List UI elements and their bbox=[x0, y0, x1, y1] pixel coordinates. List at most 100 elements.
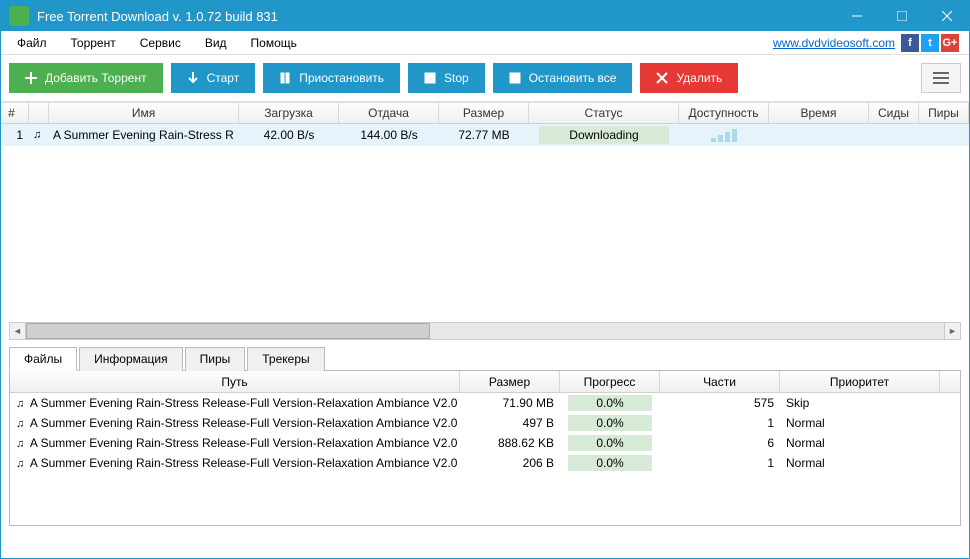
music-icon: ♫ bbox=[16, 418, 24, 430]
file-parts: 1 bbox=[660, 456, 780, 470]
stop-icon bbox=[424, 72, 436, 84]
music-icon: ♫ bbox=[16, 458, 24, 470]
col-upload[interactable]: Отдача bbox=[339, 103, 439, 123]
horizontal-scrollbar[interactable]: ◄ ► bbox=[9, 322, 961, 340]
site-link[interactable]: www.dvdvideosoft.com bbox=[773, 36, 901, 50]
cell-num: 1 bbox=[1, 128, 29, 142]
cell-name: A Summer Evening Rain-Stress R bbox=[49, 128, 239, 142]
cell-availability bbox=[679, 128, 769, 142]
window-title: Free Torrent Download v. 1.0.72 build 83… bbox=[37, 9, 834, 24]
torrent-row[interactable]: 1 ♫ A Summer Evening Rain-Stress R 42.00… bbox=[1, 124, 969, 146]
googleplus-icon[interactable]: G+ bbox=[941, 34, 959, 52]
menu-button[interactable] bbox=[921, 63, 961, 93]
stop-all-label: Остановить все bbox=[529, 71, 617, 85]
close-button[interactable] bbox=[924, 1, 969, 31]
titlebar: Free Torrent Download v. 1.0.72 build 83… bbox=[1, 1, 969, 31]
start-label: Старт bbox=[207, 71, 240, 85]
grid-header: # Имя Загрузка Отдача Размер Статус Дост… bbox=[1, 102, 969, 124]
maximize-button[interactable] bbox=[879, 1, 924, 31]
file-priority: Skip bbox=[780, 396, 940, 410]
scroll-right-arrow[interactable]: ► bbox=[944, 323, 960, 339]
file-priority: Normal bbox=[780, 456, 940, 470]
menu-service[interactable]: Сервис bbox=[128, 33, 193, 53]
add-label: Добавить Торрент bbox=[45, 71, 147, 85]
facebook-icon[interactable]: f bbox=[901, 34, 919, 52]
scroll-left-arrow[interactable]: ◄ bbox=[10, 323, 26, 339]
col-peers[interactable]: Пиры bbox=[919, 103, 969, 123]
col-seeds[interactable]: Сиды bbox=[869, 103, 919, 123]
add-torrent-button[interactable]: Добавить Торрент bbox=[9, 63, 163, 93]
col-status[interactable]: Статус bbox=[529, 103, 679, 123]
social-links: f t G+ bbox=[901, 34, 965, 52]
fcol-progress[interactable]: Прогресс bbox=[560, 371, 660, 392]
file-progress: 0.0% bbox=[560, 414, 660, 432]
file-priority: Normal bbox=[780, 416, 940, 430]
music-icon: ♫ bbox=[33, 129, 41, 141]
fcol-priority[interactable]: Приоритет bbox=[780, 371, 940, 392]
menu-help[interactable]: Помощь bbox=[239, 33, 309, 53]
start-button[interactable]: Старт bbox=[171, 63, 256, 93]
window-controls bbox=[834, 1, 969, 31]
file-row[interactable]: ♫ A Summer Evening Rain-Stress Release-F… bbox=[10, 453, 960, 473]
col-download[interactable]: Загрузка bbox=[239, 103, 339, 123]
tab-info[interactable]: Информация bbox=[79, 347, 182, 371]
tab-trackers[interactable]: Трекеры bbox=[247, 347, 324, 371]
toolbar: Добавить Торрент Старт Приостановить Sto… bbox=[1, 55, 969, 102]
menu-view[interactable]: Вид bbox=[193, 33, 239, 53]
stop-all-button[interactable]: Остановить все bbox=[493, 63, 633, 93]
delete-icon bbox=[656, 72, 668, 84]
tab-files[interactable]: Файлы bbox=[9, 347, 77, 371]
menu-file[interactable]: Файл bbox=[5, 33, 59, 53]
menu-torrent[interactable]: Торрент bbox=[59, 33, 128, 53]
hamburger-icon bbox=[933, 72, 949, 84]
file-progress: 0.0% bbox=[560, 454, 660, 472]
availability-bars bbox=[711, 128, 737, 142]
fcol-size[interactable]: Размер bbox=[460, 371, 560, 392]
fcol-path[interactable]: Путь bbox=[10, 371, 460, 392]
cell-type: ♫ bbox=[29, 129, 49, 141]
file-size: 206 B bbox=[460, 456, 560, 470]
file-size: 888.62 KB bbox=[460, 436, 560, 450]
download-icon bbox=[187, 72, 199, 84]
col-name[interactable]: Имя bbox=[49, 103, 239, 123]
file-parts: 6 bbox=[660, 436, 780, 450]
menubar: Файл Торрент Сервис Вид Помощь www.dvdvi… bbox=[1, 31, 969, 55]
twitter-icon[interactable]: t bbox=[921, 34, 939, 52]
col-num[interactable]: # bbox=[1, 103, 29, 123]
file-row[interactable]: ♫ A Summer Evening Rain-Stress Release-F… bbox=[10, 393, 960, 413]
pause-button[interactable]: Приостановить bbox=[263, 63, 400, 93]
detail-tabs: Файлы Информация Пиры Трекеры bbox=[9, 346, 961, 370]
file-priority: Normal bbox=[780, 436, 940, 450]
file-parts: 575 bbox=[660, 396, 780, 410]
file-row[interactable]: ♫ A Summer Evening Rain-Stress Release-F… bbox=[10, 433, 960, 453]
music-icon: ♫ bbox=[16, 438, 24, 450]
file-size: 497 B bbox=[460, 416, 560, 430]
delete-label: Удалить bbox=[676, 71, 722, 85]
col-priority[interactable] bbox=[29, 103, 49, 123]
tab-peers[interactable]: Пиры bbox=[185, 347, 246, 371]
cell-status: Downloading bbox=[529, 126, 679, 144]
file-size: 71.90 MB bbox=[460, 396, 560, 410]
fcol-parts[interactable]: Части bbox=[660, 371, 780, 392]
file-path: ♫ A Summer Evening Rain-Stress Release-F… bbox=[10, 396, 460, 410]
status-badge: Downloading bbox=[539, 126, 668, 144]
col-availability[interactable]: Доступность bbox=[679, 103, 769, 123]
files-header: Путь Размер Прогресс Части Приоритет bbox=[10, 371, 960, 393]
col-time[interactable]: Время bbox=[769, 103, 869, 123]
file-path: ♫ A Summer Evening Rain-Stress Release-F… bbox=[10, 436, 460, 450]
scroll-track[interactable] bbox=[26, 323, 944, 339]
app-icon bbox=[9, 6, 29, 26]
music-icon: ♫ bbox=[16, 398, 24, 410]
file-path: ♫ A Summer Evening Rain-Stress Release-F… bbox=[10, 456, 460, 470]
file-progress: 0.0% bbox=[560, 434, 660, 452]
scroll-thumb[interactable] bbox=[26, 323, 430, 339]
delete-button[interactable]: Удалить bbox=[640, 63, 738, 93]
files-panel: Путь Размер Прогресс Части Приоритет ♫ A… bbox=[9, 370, 961, 526]
stop-button[interactable]: Stop bbox=[408, 63, 485, 93]
file-row[interactable]: ♫ A Summer Evening Rain-Stress Release-F… bbox=[10, 413, 960, 433]
col-size[interactable]: Размер bbox=[439, 103, 529, 123]
plus-icon bbox=[25, 72, 37, 84]
stop-all-icon bbox=[509, 72, 521, 84]
cell-size: 72.77 MB bbox=[439, 128, 529, 142]
minimize-button[interactable] bbox=[834, 1, 879, 31]
